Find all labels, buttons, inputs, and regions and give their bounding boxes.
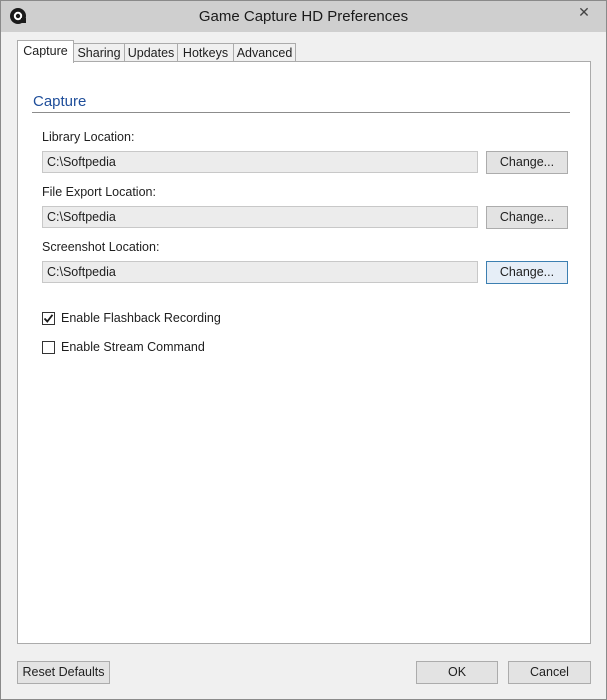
tab-hotkeys[interactable]: Hotkeys	[177, 43, 234, 62]
section-divider	[32, 112, 570, 113]
library-change-button[interactable]: Change...	[486, 151, 568, 174]
screenshot-change-button[interactable]: Change...	[486, 261, 568, 284]
client-area: Capture Sharing Updates Hotkeys Advanced…	[1, 32, 606, 699]
cancel-button[interactable]: Cancel	[508, 661, 591, 684]
file-export-change-button[interactable]: Change...	[486, 206, 568, 229]
stream-command-label: Enable Stream Command	[61, 340, 205, 354]
tab-advanced[interactable]: Advanced	[233, 43, 296, 62]
flashback-recording-label: Enable Flashback Recording	[61, 311, 221, 325]
capture-panel: Capture Library Location: C:\Softpedia C…	[17, 61, 591, 644]
section-title: Capture	[33, 93, 87, 110]
library-location-field[interactable]: C:\Softpedia	[42, 151, 478, 173]
tab-sharing[interactable]: Sharing	[73, 43, 125, 62]
title-bar: Game Capture HD Preferences ✕	[1, 1, 606, 32]
tab-capture[interactable]: Capture	[17, 40, 74, 63]
checkmark-icon	[43, 314, 54, 323]
screenshot-location-label: Screenshot Location:	[42, 240, 160, 254]
ok-button[interactable]: OK	[416, 661, 498, 684]
close-icon: ✕	[578, 4, 590, 20]
close-button[interactable]: ✕	[568, 1, 600, 23]
reset-defaults-button[interactable]: Reset Defaults	[17, 661, 110, 684]
preferences-window: Game Capture HD Preferences ✕ Capture Sh…	[0, 0, 607, 700]
screenshot-location-field[interactable]: C:\Softpedia	[42, 261, 478, 283]
tab-updates[interactable]: Updates	[124, 43, 178, 62]
stream-command-checkbox[interactable]	[42, 341, 55, 354]
file-export-location-label: File Export Location:	[42, 185, 156, 199]
flashback-recording-checkbox[interactable]	[42, 312, 55, 325]
file-export-location-field[interactable]: C:\Softpedia	[42, 206, 478, 228]
window-title: Game Capture HD Preferences	[198, 8, 409, 25]
library-location-label: Library Location:	[42, 130, 135, 144]
